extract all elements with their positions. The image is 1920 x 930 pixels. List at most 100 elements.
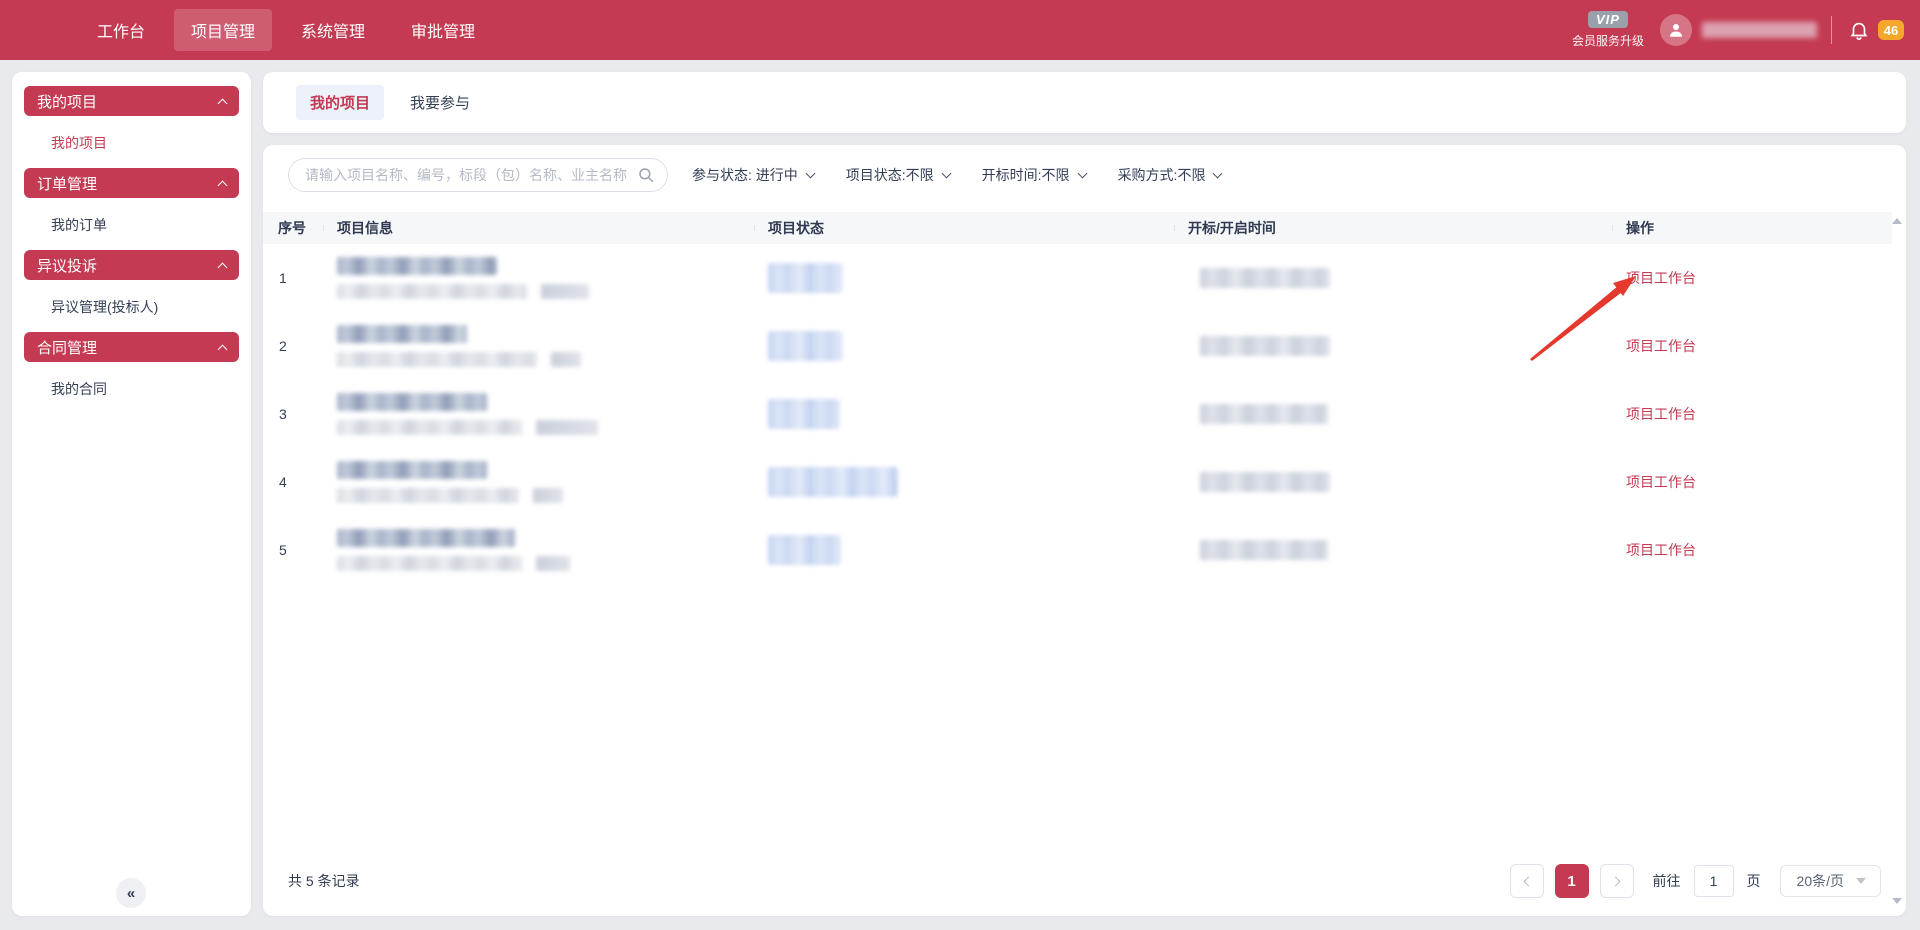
- redacted-project-code: [337, 556, 522, 571]
- chevron-down-icon: [1077, 169, 1087, 179]
- nav-item-workbench[interactable]: 工作台: [80, 9, 162, 51]
- chevron-up-icon: [218, 98, 228, 108]
- table-row: 4 项目工作台: [263, 448, 1892, 516]
- redacted-tag: [533, 488, 563, 503]
- actions-cell: 项目工作台: [1612, 268, 1892, 288]
- sidebar-item-my-projects[interactable]: 我的项目: [24, 130, 239, 156]
- search-input[interactable]: [288, 158, 668, 192]
- row-index: 5: [263, 542, 323, 558]
- actions-cell: 项目工作台: [1612, 404, 1892, 424]
- table-row: 2 项目工作台: [263, 312, 1892, 380]
- content-panel: 参与状态: 进行中 项目状态:不限 开标时间:不限 采购方式:不限: [263, 145, 1906, 916]
- project-workbench-link[interactable]: 项目工作台: [1626, 270, 1696, 286]
- filter-participation-status[interactable]: 参与状态: 进行中: [692, 165, 814, 185]
- table-body: 1 项目工作台 2: [263, 244, 1892, 584]
- project-status-cell: [754, 535, 1174, 565]
- records-total: 共 5 条记录: [288, 871, 360, 891]
- redacted-time: [1200, 540, 1328, 560]
- page-size-select[interactable]: 20条/页: [1780, 865, 1881, 897]
- redacted-status-badge: [768, 399, 840, 429]
- column-header-project-status: 项目状态: [754, 218, 1174, 238]
- row-index: 3: [263, 406, 323, 422]
- sidebar-header-label: 合同管理: [37, 337, 97, 358]
- column-header-opening-time: 开标/开启时间: [1174, 218, 1612, 238]
- table-row: 3 项目工作台: [263, 380, 1892, 448]
- nav-item-project-management[interactable]: 项目管理: [174, 9, 272, 51]
- chevron-down-icon: [941, 169, 951, 179]
- redacted-project-name: [337, 257, 497, 275]
- project-workbench-link[interactable]: 项目工作台: [1626, 406, 1696, 422]
- tab-want-to-participate[interactable]: 我要参与: [410, 92, 470, 113]
- vip-upgrade[interactable]: VIP 会员服务升级: [1572, 11, 1644, 49]
- column-header-index: 序号: [263, 218, 323, 238]
- sidebar-item-my-contracts[interactable]: 我的合同: [24, 376, 239, 402]
- row-index: 1: [263, 270, 323, 286]
- opening-time-cell: [1174, 404, 1612, 424]
- sidebar-header-label: 异议投诉: [37, 255, 97, 276]
- caret-down-icon: [1856, 878, 1866, 884]
- tab-my-projects[interactable]: 我的项目: [296, 85, 384, 120]
- filter-label: 项目状态:不限: [846, 165, 934, 185]
- chevron-left-icon: [1523, 876, 1533, 886]
- project-info-cell: [323, 529, 754, 571]
- chevron-down-icon: [1213, 169, 1223, 179]
- chevron-up-icon: [218, 180, 228, 190]
- sidebar-header-my-projects[interactable]: 我的项目: [24, 86, 239, 116]
- sidebar-header-objection-complaint[interactable]: 异议投诉: [24, 250, 239, 280]
- filter-procurement-method[interactable]: 采购方式:不限: [1118, 165, 1222, 185]
- top-navbar: 工作台 项目管理 系统管理 审批管理 VIP 会员服务升级: [0, 0, 1920, 60]
- project-status-cell: [754, 467, 1174, 497]
- search-box: [288, 158, 668, 192]
- opening-time-cell: [1174, 336, 1612, 356]
- main-nav: 工作台 项目管理 系统管理 审批管理: [80, 9, 492, 51]
- opening-time-cell: [1174, 540, 1612, 560]
- project-info-cell: [323, 461, 754, 503]
- column-header-project-info: 项目信息: [323, 218, 754, 238]
- sidebar-header-order-management[interactable]: 订单管理: [24, 168, 239, 198]
- table-row: 1 项目工作台: [263, 244, 1892, 312]
- filter-project-status[interactable]: 项目状态:不限: [846, 165, 950, 185]
- user-avatar[interactable]: [1660, 14, 1692, 46]
- notification-area[interactable]: 46: [1848, 19, 1904, 41]
- project-status-cell: [754, 263, 1174, 293]
- sidebar-section-contract-management: 合同管理 我的合同: [12, 332, 251, 402]
- sidebar-item-my-orders[interactable]: 我的订单: [24, 212, 239, 238]
- scrollbar-up-arrow-icon[interactable]: [1892, 218, 1902, 224]
- chevron-right-icon: [1610, 876, 1620, 886]
- goto-page-input[interactable]: [1694, 865, 1734, 897]
- nav-item-approval-management[interactable]: 审批管理: [394, 9, 492, 51]
- redacted-status-badge: [768, 467, 898, 497]
- table-row: 5 项目工作台: [263, 516, 1892, 584]
- vip-caption: 会员服务升级: [1572, 32, 1644, 49]
- next-page-button[interactable]: [1600, 864, 1634, 898]
- sidebar-section-order-management: 订单管理 我的订单: [12, 168, 251, 238]
- actions-cell: 项目工作台: [1612, 472, 1892, 492]
- project-workbench-link[interactable]: 项目工作台: [1626, 542, 1696, 558]
- project-info-cell: [323, 325, 754, 367]
- opening-time-cell: [1174, 472, 1612, 492]
- pagination-controls: 1 前往 页 20条/页: [1510, 864, 1881, 898]
- nav-right-cluster: VIP 会员服务升级 46: [1572, 11, 1920, 49]
- prev-page-button[interactable]: [1510, 864, 1544, 898]
- project-workbench-link[interactable]: 项目工作台: [1626, 338, 1696, 354]
- filter-row: 参与状态: 进行中 项目状态:不限 开标时间:不限 采购方式:不限: [288, 158, 1886, 192]
- redacted-tag: [536, 420, 598, 435]
- bell-icon: [1848, 19, 1870, 41]
- sidebar-header-contract-management[interactable]: 合同管理: [24, 332, 239, 362]
- redacted-project-code: [337, 284, 527, 299]
- sidebar-section-objection-complaint: 异议投诉 异议管理(投标人): [12, 250, 251, 320]
- search-icon[interactable]: [637, 166, 655, 184]
- redacted-time: [1200, 336, 1330, 356]
- project-status-cell: [754, 399, 1174, 429]
- current-page-button[interactable]: 1: [1555, 864, 1589, 898]
- filter-label: 参与状态: 进行中: [692, 165, 798, 185]
- filter-bid-opening-time[interactable]: 开标时间:不限: [982, 165, 1086, 185]
- nav-item-system-management[interactable]: 系统管理: [284, 9, 382, 51]
- redacted-username: [1702, 22, 1817, 38]
- person-icon: [1667, 21, 1685, 39]
- filter-dropdowns: 参与状态: 进行中 项目状态:不限 开标时间:不限 采购方式:不限: [692, 165, 1221, 185]
- project-workbench-link[interactable]: 项目工作台: [1626, 474, 1696, 490]
- sidebar-item-objection-management[interactable]: 异议管理(投标人): [24, 294, 239, 320]
- redacted-project-name: [337, 529, 515, 547]
- sidebar-collapse-button[interactable]: «: [116, 878, 146, 908]
